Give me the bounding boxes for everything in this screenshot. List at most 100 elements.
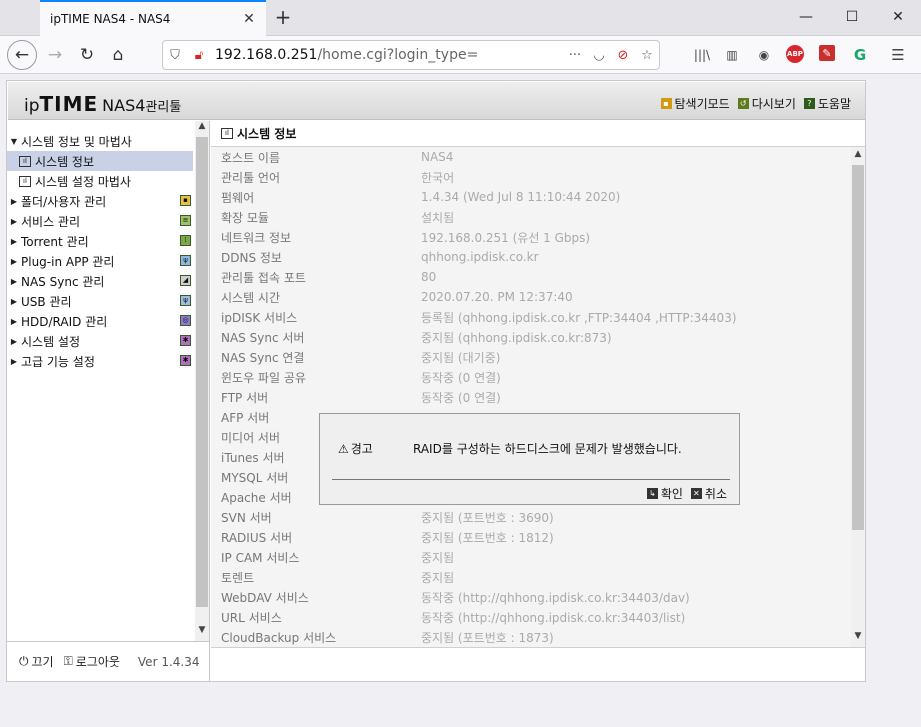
chart-icon: ıl	[221, 128, 233, 139]
insecure-lock-icon[interactable]: 🔓︎	[187, 43, 211, 67]
caret-right-icon: ▶	[10, 356, 18, 366]
warning-icon: ⚠	[338, 441, 349, 456]
reload-view-link[interactable]: ↺ 다시보기	[737, 95, 796, 112]
info-row: WebDAV 서비스 동작중 (http://qhhong.ipdisk.co.k…	[211, 587, 851, 607]
ok-icon: ↳	[646, 488, 658, 499]
ok-label: 확인	[660, 487, 683, 501]
adblock-icon[interactable]: ABP	[786, 45, 804, 63]
new-tab-icon[interactable]: +	[270, 4, 296, 30]
sidebar: ▼ 시스템 정보 및 마법사 ıl 시스템 정보 ıl 시스템 설정 마법사 ▶ 폴더/…	[7, 121, 210, 641]
sidebar-item-system-info[interactable]: ıl 시스템 정보	[7, 151, 193, 171]
info-key: MYSQL 서버	[221, 470, 289, 485]
info-row: 관리툴 언어 한국어	[211, 167, 851, 187]
sidebar-scroll-thumb[interactable]	[196, 137, 208, 607]
folder-user-icon: ▪	[180, 195, 191, 206]
caret-right-icon: ▶	[10, 296, 18, 306]
main-scrollbar[interactable]: ▲ ▼	[851, 147, 865, 647]
sidebar-item-advanced[interactable]: ▶ 고급 기능 설정 ✱	[7, 351, 195, 371]
tab-active[interactable]: ipTIME NAS4 - NAS4 ✕	[40, 0, 266, 36]
more-icon[interactable]: ···	[563, 43, 587, 67]
home-icon[interactable]: ⌂	[103, 40, 133, 70]
window-close-icon[interactable]: ✕	[875, 0, 921, 34]
info-value: 2020.07.20. PM 12:37:40	[421, 290, 573, 304]
reload-icon[interactable]: ↻	[72, 40, 102, 70]
cancel-button[interactable]: ✕ 취소	[690, 485, 727, 502]
url-text[interactable]: 192.168.0.251/home.cgi?login_type=	[215, 47, 563, 63]
power-off-button[interactable]: ⏻ 끄기	[19, 653, 54, 670]
info-key: WebDAV 서비스	[221, 590, 309, 605]
plugin-icon: ψ	[180, 255, 191, 266]
version-label: Ver 1.4.34	[137, 654, 200, 669]
info-key: NAS Sync 서버	[221, 330, 305, 345]
sidebar-scrollbar[interactable]: ▲ ▼	[195, 121, 209, 641]
info-row: 확장 모듈 설치됨	[211, 207, 851, 227]
info-key: ipDISK 서비스	[221, 310, 298, 325]
menu-icon[interactable]: ☰	[888, 45, 908, 65]
sidebar-item-label: 시스템 정보	[35, 154, 95, 169]
account-icon[interactable]: ◉	[754, 45, 774, 65]
sidebar-item-plugin-app[interactable]: ▶ Plug-in APP 관리 ψ	[7, 251, 195, 271]
sidebar-item-label: 시스템 설정	[21, 334, 81, 349]
caret-right-icon: ▶	[10, 196, 18, 206]
sidebar-item-setup-wizard[interactable]: ıl 시스템 설정 마법사	[7, 171, 195, 191]
sidebar-item-label: 시스템 정보 및 마법사	[21, 134, 132, 149]
explorer-mode-link[interactable]: ▪ 탐색기모드	[660, 95, 730, 112]
block-icon[interactable]: ⊘	[611, 43, 635, 67]
shield-icon[interactable]: ⛉	[163, 43, 187, 67]
sidebar-item-services[interactable]: ▶ 서비스 관리 ≡	[7, 211, 195, 231]
info-row: RADIUS 서버 중지됨 (포트번호 : 1812)	[211, 527, 851, 547]
grammarly-icon[interactable]: G	[850, 45, 870, 65]
sidebar-item-torrent[interactable]: ▶ Torrent 관리 ⁞	[7, 231, 195, 251]
info-value: 중지됨 (포트번호 : 1812)	[421, 530, 554, 545]
sidebar-item-label: 서비스 관리	[21, 214, 81, 229]
sidebar-item-system-info-wizard[interactable]: ▼ 시스템 정보 및 마법사	[7, 131, 195, 151]
back-icon[interactable]: ←	[7, 40, 37, 70]
sidebar-item-hdd-raid[interactable]: ▶ HDD/RAID 관리 ◎	[7, 311, 195, 331]
minimize-icon[interactable]: —	[783, 0, 829, 34]
info-key: RADIUS 서버	[221, 530, 293, 545]
info-key: 미디어 서버	[221, 430, 281, 445]
forward-icon[interactable]: →	[40, 40, 70, 70]
info-value: 중지됨 (포트번호 : 1873)	[421, 630, 554, 645]
ok-button[interactable]: ↳ 확인	[646, 485, 683, 502]
info-key: IP CAM 서비스	[221, 550, 300, 565]
warning-dialog: ⚠ 경고 RAID를 구성하는 하드디스크에 문제가 발생했습니다. ↳ 확인 ✕ 취…	[319, 413, 740, 505]
sidebar-item-usb[interactable]: ▶ USB 관리 ψ	[7, 291, 195, 311]
info-value: qhhong.ipdisk.co.kr	[421, 250, 539, 264]
scroll-up-icon[interactable]: ▲	[195, 121, 209, 135]
chart-icon: ıl	[19, 155, 31, 167]
main-scroll-thumb[interactable]	[852, 165, 864, 530]
power-icon: ⏻	[19, 654, 29, 668]
chart-icon: ıl	[19, 175, 31, 187]
sidebar-icon[interactable]: ▥	[722, 45, 742, 65]
caret-right-icon: ▶	[10, 236, 18, 246]
warning-title: ⚠ 경고	[338, 440, 373, 457]
extension-icon[interactable]: ✎	[819, 45, 835, 61]
cancel-icon: ✕	[690, 488, 702, 499]
info-value: 동작중 (http://qhhong.ipdisk.co.kr:34403/li…	[421, 610, 686, 625]
info-row: URL 서비스 동작중 (http://qhhong.ipdisk.co.kr:3…	[211, 607, 851, 627]
scroll-up-icon[interactable]: ▲	[851, 149, 865, 163]
info-key: 관리툴 언어	[221, 170, 281, 185]
logout-button[interactable]: ⚿ 로그아웃	[64, 653, 120, 670]
sidebar-item-nas-sync[interactable]: ▶ NAS Sync 관리 ◢	[7, 271, 195, 291]
sidebar-item-system-settings[interactable]: ▶ 시스템 설정 ✱	[7, 331, 195, 351]
caret-right-icon: ▶	[10, 276, 18, 286]
info-key: 시스템 시간	[221, 290, 281, 305]
caret-right-icon: ▶	[10, 336, 18, 346]
address-bar[interactable]: ⛉ 🔓︎ 192.168.0.251/home.cgi?login_type= …	[162, 40, 660, 70]
explorer-mode-label: 탐색기모드	[674, 97, 730, 111]
scroll-down-icon[interactable]: ▼	[851, 631, 865, 645]
close-tab-icon[interactable]: ✕	[238, 8, 260, 30]
bookmark-star-icon[interactable]: ☆	[635, 43, 659, 67]
dialog-buttons: ↳ 확인 ✕ 취소	[646, 485, 727, 502]
logo-time: TIME	[39, 92, 99, 116]
help-link[interactable]: ? 도움말	[803, 95, 851, 112]
pocket-icon[interactable]: ◡	[587, 43, 611, 67]
scroll-down-icon[interactable]: ▼	[195, 625, 209, 639]
maximize-icon[interactable]: ☐	[829, 0, 875, 34]
sidebar-item-folder-user[interactable]: ▶ 폴더/사용자 관리 ▪	[7, 191, 195, 211]
info-key: FTP 서버	[221, 390, 269, 405]
library-icon[interactable]: |||\	[692, 45, 712, 65]
browser-navbar: ← → ↻ ⌂ ⛉ 🔓︎ 192.168.0.251/home.cgi?logi…	[0, 36, 921, 74]
